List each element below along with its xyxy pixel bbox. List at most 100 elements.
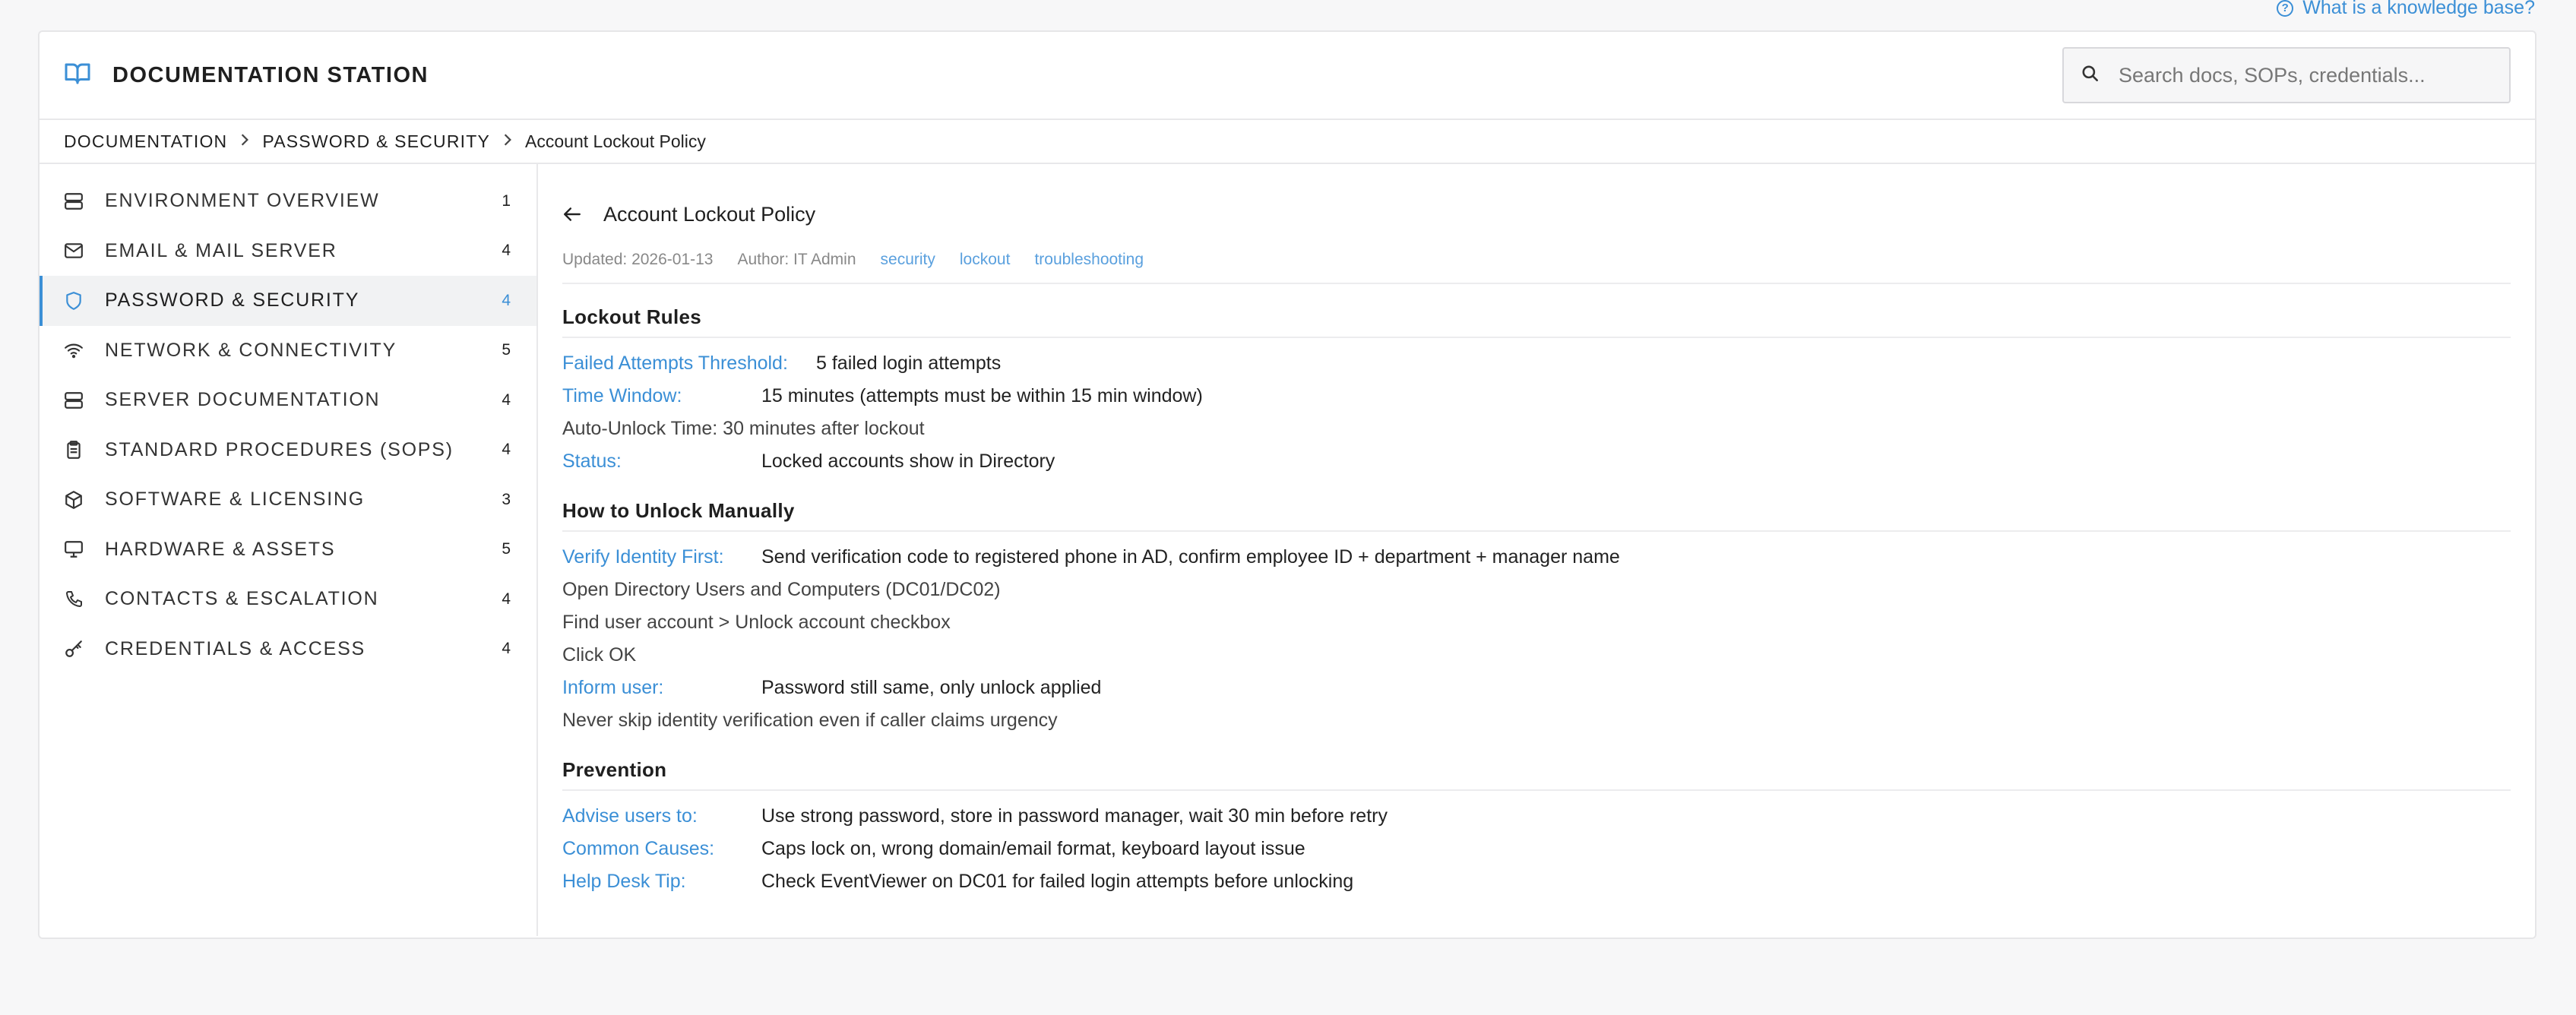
lockout-rules-list: Failed Attempts Threshold: 5 failed logi…	[562, 338, 2511, 478]
sidebar-item-label: PASSWORD & SECURITY	[105, 289, 360, 311]
row-key: Status:	[562, 451, 622, 472]
sidebar-item-label: CONTACTS & ESCALATION	[105, 588, 379, 610]
row-key: Inform user:	[562, 677, 664, 698]
knowledge-base-link-label: What is a knowledge base?	[2302, 0, 2535, 18]
list-item: Common Causes: Caps lock on, wrong domai…	[562, 833, 2511, 865]
row-text: Click OK	[562, 644, 637, 666]
sidebar-item-count: 4	[502, 242, 511, 260]
tag-lockout[interactable]: lockout	[960, 251, 1011, 269]
help-circle-icon: ?	[2277, 0, 2294, 17]
breadcrumb: DOCUMENTATION PASSWORD & SECURITY Accoun…	[40, 120, 2535, 164]
section-title-lockout-rules: Lockout Rules	[562, 305, 2511, 338]
server-icon	[62, 389, 85, 412]
row-value: Locked accounts show in Directory	[761, 451, 1055, 472]
document-title-row: Account Lockout Policy	[562, 193, 2511, 236]
prevention-list: Advise users to: Use strong password, st…	[562, 791, 2511, 898]
sidebar-item-label: STANDARD PROCEDURES (SOPS)	[105, 438, 454, 460]
list-item: Inform user: Password still same, only u…	[562, 672, 2511, 704]
list-item: Help Desk Tip: Check EventViewer on DC01…	[562, 865, 2511, 898]
sidebar: ENVIRONMENT OVERVIEW 1 EMAIL & MAIL SERV…	[40, 164, 538, 936]
sidebar-item-label: HARDWARE & ASSETS	[105, 538, 336, 560]
mail-icon	[62, 239, 85, 262]
sidebar-item-standard-procedures[interactable]: STANDARD PROCEDURES (SOPS) 4	[40, 425, 536, 476]
author: Author: IT Admin	[737, 251, 856, 268]
sidebar-item-label: SOFTWARE & LICENSING	[105, 489, 366, 511]
package-icon	[62, 489, 85, 511]
sidebar-item-environment-overview[interactable]: ENVIRONMENT OVERVIEW 1	[40, 176, 536, 226]
list-item: Open Directory Users and Computers (DC01…	[562, 574, 2511, 606]
wifi-icon	[62, 339, 85, 362]
sidebar-item-software-licensing[interactable]: SOFTWARE & LICENSING 3	[40, 475, 536, 525]
back-arrow-icon[interactable]	[562, 206, 582, 223]
section-title-how-to-unlock: How to Unlock Manually	[562, 499, 2511, 532]
row-value: Use strong password, store in password m…	[761, 805, 1388, 827]
row-text: Open Directory Users and Computers (DC01…	[562, 579, 1001, 600]
row-value: Check EventViewer on DC01 for failed log…	[761, 871, 1354, 892]
monitor-icon	[62, 538, 85, 561]
chevron-right-icon	[502, 131, 513, 151]
sidebar-item-count: 3	[502, 490, 511, 508]
row-value: Send verification code to registered pho…	[761, 546, 1620, 568]
knowledge-base-help-link[interactable]: ? What is a knowledge base?	[2277, 0, 2535, 19]
list-item: Verify Identity First: Send verification…	[562, 541, 2511, 574]
server-icon	[62, 190, 85, 213]
sidebar-item-email-mail-server[interactable]: EMAIL & MAIL SERVER 4	[40, 226, 536, 277]
unlock-steps-list: Verify Identity First: Send verification…	[562, 532, 2511, 737]
list-item: Find user account > Unlock account check…	[562, 606, 2511, 639]
sidebar-item-label: EMAIL & MAIL SERVER	[105, 239, 337, 261]
sidebar-item-network-connectivity[interactable]: NETWORK & CONNECTIVITY 5	[40, 326, 536, 376]
row-key: Advise users to:	[562, 805, 698, 827]
search-box[interactable]	[2062, 47, 2511, 103]
tag-troubleshooting[interactable]: troubleshooting	[1034, 251, 1144, 269]
section-title-prevention: Prevention	[562, 758, 2511, 791]
sidebar-item-label: CREDENTIALS & ACCESS	[105, 637, 366, 659]
sidebar-item-count: 4	[502, 291, 511, 309]
breadcrumb-password-security[interactable]: PASSWORD & SECURITY	[262, 131, 490, 152]
chevron-right-icon	[239, 131, 250, 151]
list-item: Status: Locked accounts show in Director…	[562, 445, 2511, 478]
key-icon	[62, 637, 85, 660]
list-item: Time Window: 15 minutes (attempts must b…	[562, 380, 2511, 413]
row-key: Time Window:	[562, 385, 682, 406]
sidebar-item-hardware-assets[interactable]: HARDWARE & ASSETS 5	[40, 525, 536, 575]
sidebar-item-label: SERVER DOCUMENTATION	[105, 389, 381, 411]
list-item: Click OK	[562, 639, 2511, 672]
search-input[interactable]	[2117, 62, 2485, 88]
sidebar-item-count: 5	[502, 341, 511, 359]
sidebar-item-label: ENVIRONMENT OVERVIEW	[105, 190, 380, 212]
sidebar-item-password-security[interactable]: PASSWORD & SECURITY 4	[40, 276, 536, 326]
row-value: 5 failed login attempts	[816, 353, 1002, 374]
sidebar-item-label: NETWORK & CONNECTIVITY	[105, 339, 397, 361]
breadcrumb-current: Account Lockout Policy	[525, 131, 706, 151]
sidebar-item-count: 5	[502, 540, 511, 558]
sidebar-item-credentials-access[interactable]: CREDENTIALS & ACCESS 4	[40, 624, 536, 675]
sidebar-item-count: 1	[502, 191, 511, 210]
updated-date: Updated: 2026-01-13	[562, 251, 714, 268]
list-item: Auto-Unlock Time: 30 minutes after locko…	[562, 413, 2511, 445]
row-value: Caps lock on, wrong domain/email format,…	[761, 838, 1305, 859]
document-title: Account Lockout Policy	[603, 202, 816, 226]
row-text: Never skip identity verification even if…	[562, 710, 1058, 731]
row-key: Verify Identity First:	[562, 546, 724, 568]
sidebar-item-count: 4	[502, 590, 511, 608]
document-content: Account Lockout Policy Updated: 2026-01-…	[538, 164, 2535, 936]
sidebar-item-server-documentation[interactable]: SERVER DOCUMENTATION 4	[40, 375, 536, 425]
brand: DOCUMENTATION STATION	[64, 62, 429, 89]
sidebar-item-count: 4	[502, 640, 511, 658]
row-text: Find user account > Unlock account check…	[562, 612, 951, 633]
app-title: DOCUMENTATION STATION	[112, 62, 429, 87]
row-text: Auto-Unlock Time: 30 minutes after locko…	[562, 418, 925, 439]
list-item: Failed Attempts Threshold: 5 failed logi…	[562, 347, 2511, 380]
sidebar-item-count: 4	[502, 441, 511, 459]
row-value: 15 minutes (attempts must be within 15 m…	[761, 385, 1203, 406]
row-key: Common Causes:	[562, 838, 715, 859]
sidebar-item-contacts-escalation[interactable]: CONTACTS & ESCALATION 4	[40, 574, 536, 624]
sidebar-item-count: 4	[502, 391, 511, 409]
clipboard-icon	[62, 438, 85, 461]
main-card: DOCUMENTATION STATION DOCUMENTATION PASS…	[38, 30, 2536, 939]
tag-security[interactable]: security	[881, 251, 935, 269]
document-meta: Updated: 2026-01-13 Author: IT Admin sec…	[562, 251, 2511, 284]
breadcrumb-documentation[interactable]: DOCUMENTATION	[64, 131, 227, 152]
app-header: DOCUMENTATION STATION	[40, 32, 2535, 120]
book-icon	[64, 62, 91, 89]
